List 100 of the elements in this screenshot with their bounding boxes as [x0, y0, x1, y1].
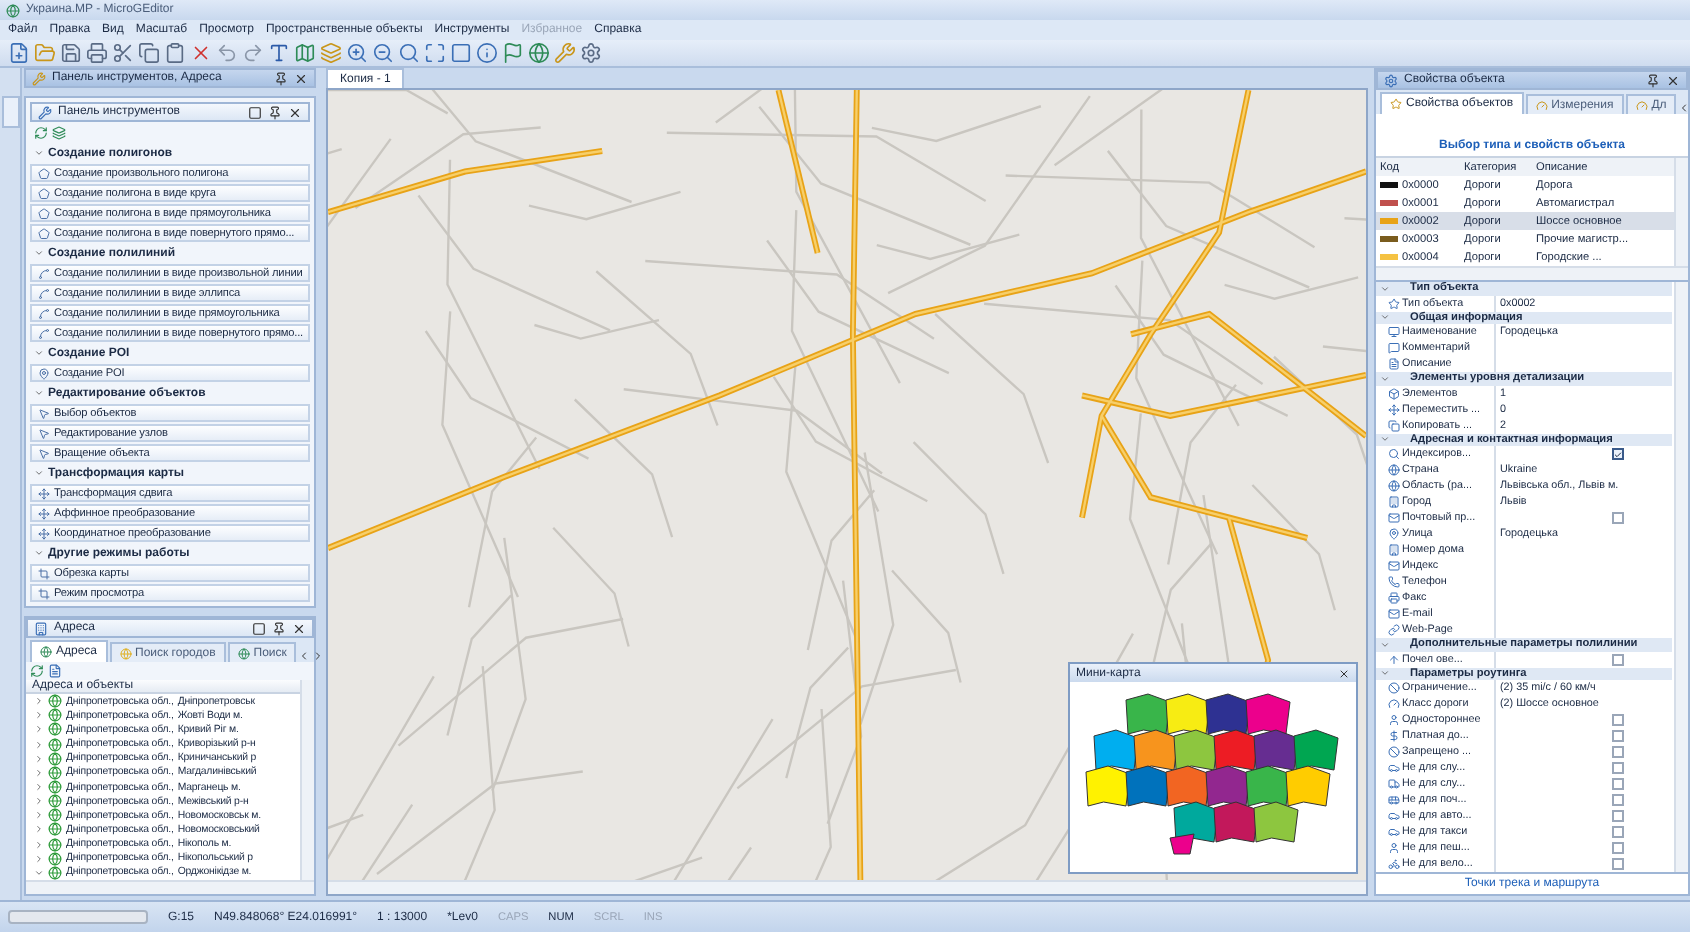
scrollbar[interactable] [300, 680, 314, 880]
map-icon[interactable] [294, 42, 316, 64]
polygon-icon [38, 187, 50, 199]
move-icon [38, 527, 50, 539]
settings-icon [1384, 73, 1398, 87]
envelope-icon [1388, 608, 1400, 620]
chevron-down-icon [1380, 283, 1390, 294]
side-tab[interactable] [1, 96, 19, 128]
scrollbar[interactable] [26, 880, 314, 894]
checkbox[interactable] [1612, 448, 1624, 460]
checkbox[interactable] [1612, 778, 1624, 790]
checkbox[interactable] [1612, 794, 1624, 806]
person-icon [1388, 842, 1400, 854]
wrench-icon[interactable] [554, 42, 576, 64]
close-icon [292, 621, 306, 635]
comment-icon [1388, 342, 1400, 354]
envelope-icon [1388, 512, 1400, 524]
polyline-icon [38, 287, 50, 299]
no-entry-icon [1388, 746, 1400, 758]
flag-icon[interactable] [502, 42, 524, 64]
info-icon[interactable] [476, 42, 498, 64]
copy-icon [1388, 419, 1400, 431]
wrench-icon [38, 105, 52, 119]
gauge-icon [1535, 99, 1548, 111]
pin-icon [274, 71, 288, 85]
checkbox[interactable] [1612, 858, 1624, 870]
settings-icon[interactable] [580, 42, 602, 64]
checkbox[interactable] [1612, 714, 1624, 726]
checkbox[interactable] [1612, 730, 1624, 742]
move-icon [38, 507, 50, 519]
polygon-icon [38, 167, 50, 179]
save-icon[interactable] [60, 42, 82, 64]
chevron-icon [34, 388, 44, 398]
layers-icon[interactable] [320, 42, 342, 64]
link-icon [1388, 624, 1400, 636]
scrollbar[interactable] [1376, 266, 1688, 280]
chevron-down-icon [1380, 668, 1390, 679]
checkbox[interactable] [1612, 746, 1624, 758]
checkbox[interactable] [1612, 826, 1624, 838]
clipboard-icon[interactable] [164, 42, 186, 64]
monitor-icon [1388, 326, 1400, 338]
globe-icon[interactable] [528, 42, 550, 64]
checkbox[interactable] [1612, 810, 1624, 822]
envelope-icon [1388, 560, 1400, 572]
new-file-icon[interactable] [8, 42, 30, 64]
chevron-down-icon [1380, 312, 1390, 323]
checkbox[interactable] [1612, 762, 1624, 774]
polygon-icon [38, 227, 50, 239]
gauge-icon [1635, 99, 1648, 111]
chevron-down-icon [1380, 434, 1390, 445]
no-entry-icon [1388, 682, 1400, 694]
pin-icon [1388, 528, 1400, 540]
text-icon[interactable] [268, 42, 290, 64]
fit-icon[interactable] [424, 42, 446, 64]
scrollbar[interactable] [1674, 158, 1688, 266]
checkbox[interactable] [1612, 653, 1624, 665]
globe-icon [119, 647, 132, 659]
pin-icon [38, 367, 50, 379]
app-logo-icon [6, 3, 20, 17]
zoom-in-icon[interactable] [346, 42, 368, 64]
restore-icon [248, 105, 262, 119]
scissors-icon[interactable] [112, 42, 134, 64]
truck-icon [1388, 778, 1400, 790]
undo-icon[interactable] [216, 42, 238, 64]
box-icon [1388, 387, 1400, 399]
chevron-icon [34, 548, 44, 558]
checkbox[interactable] [1612, 512, 1624, 524]
polyline-icon [38, 267, 50, 279]
folder-icon[interactable] [34, 42, 56, 64]
checkbox[interactable] [1612, 842, 1624, 854]
move-icon [38, 487, 50, 499]
car-icon [1388, 810, 1400, 822]
wrench-icon [32, 71, 46, 85]
chevron-right-icon [312, 650, 325, 662]
scrollbar[interactable] [328, 880, 1366, 894]
star-icon [1388, 297, 1400, 309]
gauge-icon [1388, 698, 1400, 710]
zoom-out-icon[interactable] [372, 42, 394, 64]
chevron-down-icon [1380, 373, 1390, 384]
scrollbar[interactable] [1674, 282, 1688, 872]
chevron-down-icon [1380, 639, 1390, 650]
pin-icon [272, 621, 286, 635]
redo-icon[interactable] [242, 42, 264, 64]
chevron-icon [34, 148, 44, 158]
printer-icon[interactable] [86, 42, 108, 64]
building-icon [34, 621, 48, 635]
close-icon [1338, 667, 1350, 679]
search-icon[interactable] [398, 42, 420, 64]
car-icon [1388, 826, 1400, 838]
delete-icon[interactable] [190, 42, 212, 64]
globe-icon [40, 646, 52, 658]
copy-icon[interactable] [138, 42, 160, 64]
search-icon [1388, 448, 1400, 460]
refresh-icon [30, 664, 44, 678]
crop-icon [38, 587, 50, 599]
phone-icon [1388, 576, 1400, 588]
star-icon [1390, 98, 1402, 110]
square-icon[interactable] [450, 42, 472, 64]
document-icon [1388, 358, 1400, 370]
chevron-icon [34, 248, 44, 258]
